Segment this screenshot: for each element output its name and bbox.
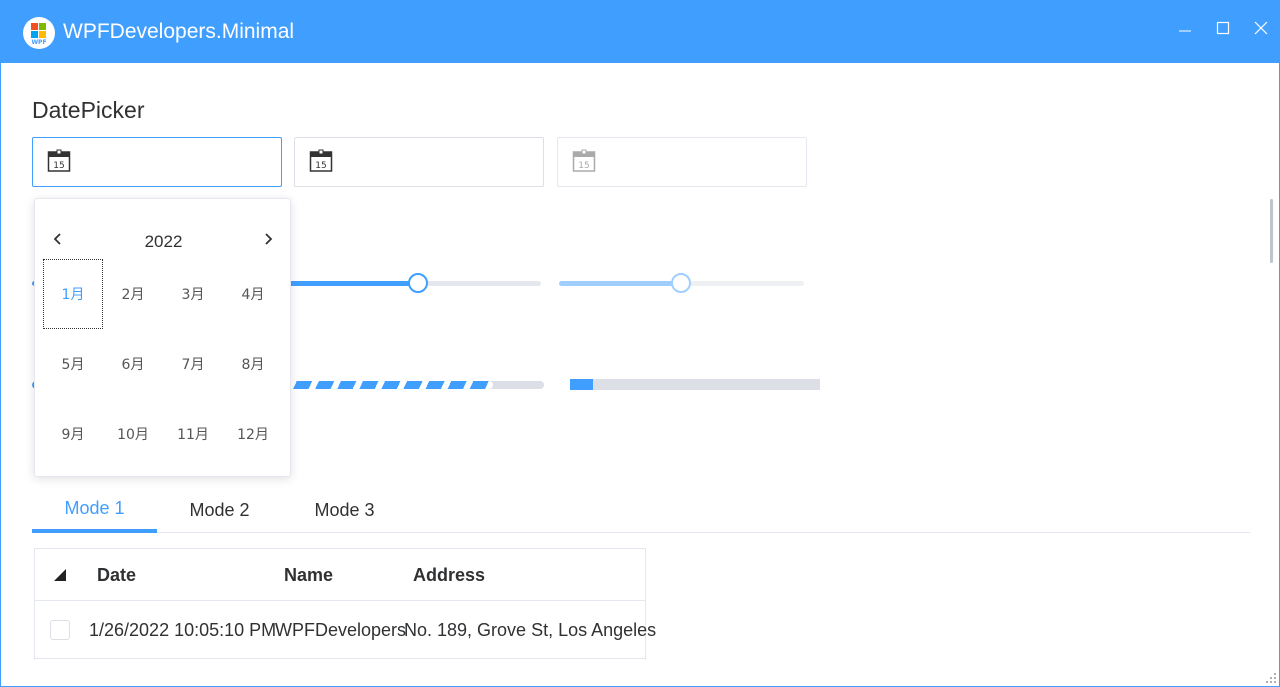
month-item[interactable]: 4月 <box>223 259 283 329</box>
slider-1-thumb[interactable] <box>408 273 428 293</box>
calendar-icon-day: 15 <box>53 161 64 171</box>
chevron-right-icon <box>265 233 273 245</box>
column-header-date[interactable]: Date <box>97 565 136 586</box>
maximize-icon <box>1216 21 1230 35</box>
calendar-popup: 2022 1月 2月 3月 4月 5月 6月 7月 8月 9月 10月 11月 … <box>34 198 291 477</box>
column-header-name[interactable]: Name <box>284 565 333 586</box>
row-checkbox[interactable] <box>50 620 70 640</box>
calendar-icon: 15 <box>572 149 596 172</box>
data-grid: Date Name Address 1/26/2022 10:05:10 PM … <box>34 548 656 660</box>
month-item[interactable]: 11月 <box>163 399 223 469</box>
month-item[interactable]: 3月 <box>163 259 223 329</box>
section-title-datepicker: DatePicker <box>32 97 145 123</box>
tab-bar: Mode 1 Mode 2 Mode 3 <box>32 487 1250 533</box>
tab-mode-2[interactable]: Mode 2 <box>157 487 282 533</box>
slider-2-thumb <box>671 273 691 293</box>
minimize-icon <box>1179 30 1191 32</box>
minimize-button[interactable] <box>1172 15 1198 41</box>
close-button[interactable] <box>1248 15 1274 41</box>
calendar-next-button[interactable] <box>261 229 277 249</box>
app-window: WPF WPFDevelopers.Minimal DatePicker 15 … <box>0 0 1280 687</box>
close-icon <box>1254 21 1268 35</box>
app-logo-icon: WPF <box>23 17 55 49</box>
cell-name: WPFDevelopers <box>275 620 407 640</box>
table-row[interactable]: 1/26/2022 10:05:10 PM WPFDevelopers No. … <box>35 602 656 659</box>
datepicker-3-disabled: 15 <box>557 137 807 187</box>
month-item[interactable]: 10月 <box>103 399 163 469</box>
month-item[interactable]: 5月 <box>43 329 103 399</box>
datepicker-1[interactable]: 15 <box>32 137 282 187</box>
title-bar[interactable]: WPF WPFDevelopers.Minimal <box>1 1 1279 63</box>
tab-mode-1[interactable]: Mode 1 <box>32 487 157 533</box>
tab-mode-3[interactable]: Mode 3 <box>282 487 407 533</box>
calendar-icon-day: 15 <box>315 161 326 171</box>
table-header: Date Name Address <box>35 549 645 601</box>
vertical-scrollbar-thumb[interactable] <box>1270 199 1273 263</box>
maximize-button[interactable] <box>1210 15 1236 41</box>
window-title: WPFDevelopers.Minimal <box>63 20 295 43</box>
cell-address: No. 189, Grove St, Los Angeles <box>404 620 657 640</box>
resize-grip-icon[interactable] <box>1263 670 1277 684</box>
calendar-year[interactable]: 2022 <box>35 232 292 252</box>
month-item[interactable]: 9月 <box>43 399 103 469</box>
cell-date: 1/26/2022 10:05:10 PM <box>89 620 277 640</box>
month-grid: 1月 2月 3月 4月 5月 6月 7月 8月 9月 10月 11月 12月 <box>43 259 283 469</box>
month-item[interactable]: 6月 <box>103 329 163 399</box>
progress-bar-2-fill <box>570 379 593 390</box>
calendar-icon-day: 15 <box>578 161 589 171</box>
month-item[interactable]: 7月 <box>163 329 223 399</box>
slider-2-fill <box>559 281 681 286</box>
calendar-icon[interactable]: 15 <box>47 149 71 173</box>
datepicker-2[interactable]: 15 <box>294 137 544 187</box>
month-item[interactable]: 1月 <box>43 259 103 329</box>
progress-bar-2 <box>570 379 820 390</box>
sort-triangle-icon[interactable] <box>54 569 66 581</box>
month-item[interactable]: 2月 <box>103 259 163 329</box>
column-header-address[interactable]: Address <box>413 565 485 586</box>
month-item[interactable]: 12月 <box>223 399 283 469</box>
calendar-icon[interactable]: 15 <box>309 149 333 173</box>
app-logo-text: WPF <box>31 39 47 46</box>
month-item[interactable]: 8月 <box>223 329 283 399</box>
